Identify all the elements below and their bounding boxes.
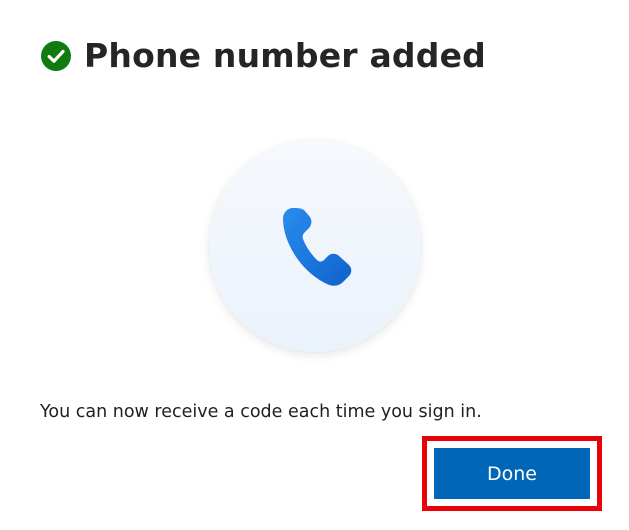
phone-illustration (209, 140, 421, 352)
page-title: Phone number added (84, 36, 486, 75)
success-check-icon (41, 41, 71, 71)
confirmation-message: You can now receive a code each time you… (40, 402, 482, 422)
dialog-header: Phone number added (40, 34, 486, 78)
phone-icon (283, 208, 352, 286)
done-button[interactable]: Done (434, 448, 590, 499)
